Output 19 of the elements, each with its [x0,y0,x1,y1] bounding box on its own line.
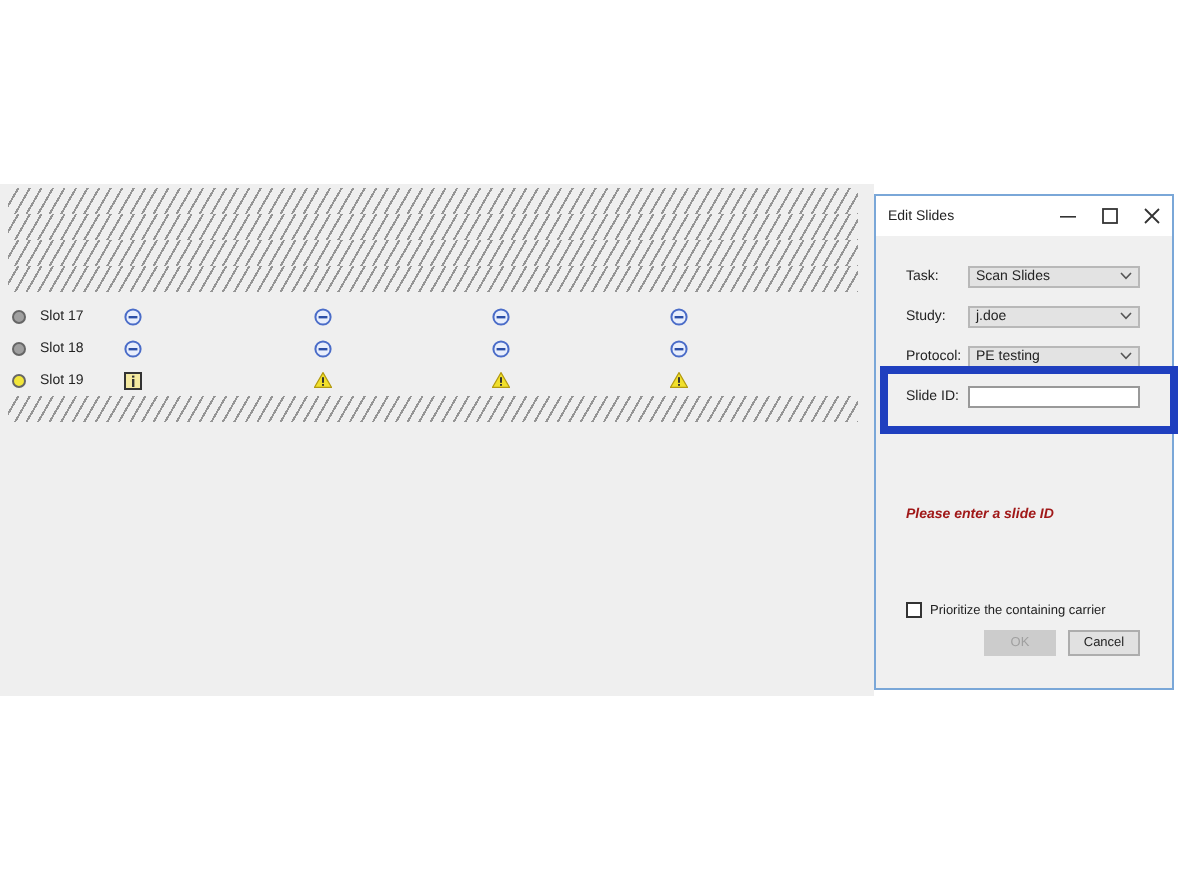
warning-icon [492,372,510,388]
blocked-icon [124,307,142,325]
blocked-icon [314,307,332,325]
close-icon[interactable] [1144,208,1160,224]
blocked-icon [492,307,510,325]
chevron-icon [1120,272,1132,280]
blocked-icon [492,339,510,357]
warning-icon [670,372,688,388]
chevron-icon [1120,352,1132,360]
info-icon [124,371,142,389]
blocked-icon [670,307,688,325]
blocked-icon [670,339,688,357]
maximize-icon[interactable] [1102,208,1118,224]
chevron-icon [1120,312,1132,320]
blocked-icon [124,339,142,357]
warning-icon [314,372,332,388]
slide-id-field[interactable] [968,385,1140,407]
blocked-icon [314,339,332,357]
checkbox[interactable] [906,602,922,618]
